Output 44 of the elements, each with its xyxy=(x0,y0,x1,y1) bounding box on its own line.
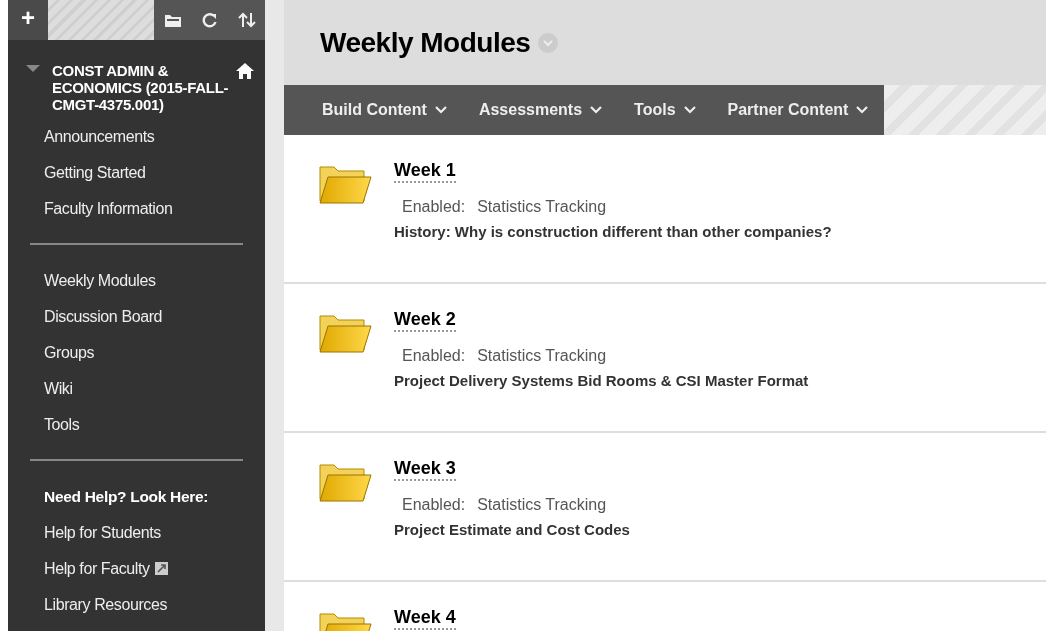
sort-icon[interactable] xyxy=(237,12,256,28)
sidebar-link[interactable]: Help for Faculty xyxy=(8,551,265,587)
course-title[interactable]: CONST ADMIN & ECONOMICS (2015-FALL-CMGT-4375.001) xyxy=(52,62,235,113)
module-description: Project Estimate and Cost Codes xyxy=(394,520,630,540)
section-heading: Need Help? Look Here: xyxy=(43,487,210,507)
module-description: History: Why is construction different than other companies? xyxy=(394,222,832,242)
menu-button[interactable]: Assessments xyxy=(462,98,619,122)
enabled-value: Statistics Tracking xyxy=(477,197,607,217)
sidebar-link[interactable]: Groups xyxy=(8,335,265,371)
page-title: Weekly Modules xyxy=(320,25,531,60)
caret-icon xyxy=(856,106,869,114)
menu-button[interactable]: Partner Content xyxy=(711,98,885,122)
add-button[interactable]: + xyxy=(8,0,48,40)
sidebar-link[interactable]: Wiki xyxy=(8,371,265,407)
folder-icon xyxy=(318,461,372,503)
folder-icon[interactable] xyxy=(163,12,182,28)
enabled-label: Enabled: xyxy=(402,495,466,515)
enabled-value: Statistics Tracking xyxy=(477,346,607,366)
caret-icon xyxy=(434,106,447,114)
enabled-label: Enabled: xyxy=(402,197,466,217)
home-icon[interactable] xyxy=(235,62,255,80)
sidebar-link[interactable]: Help for Students xyxy=(8,515,265,551)
sidebar-link[interactable]: Tools xyxy=(8,407,265,443)
folder-icon xyxy=(318,163,372,205)
module-title[interactable]: Week 2 xyxy=(394,308,456,332)
sidebar-link[interactable]: Weekly Modules xyxy=(8,263,265,299)
caret-icon xyxy=(590,106,603,114)
module-title[interactable]: Week 4 xyxy=(394,606,456,630)
refresh-icon[interactable] xyxy=(201,12,218,28)
sidebar-link[interactable]: Announcements xyxy=(8,119,265,155)
menu-button[interactable]: Tools xyxy=(618,98,712,122)
sidebar-link[interactable]: Library Resources xyxy=(8,587,265,623)
menu-button[interactable]: Build Content xyxy=(306,98,463,122)
enabled-label: Enabled: xyxy=(402,346,466,366)
collapse-arrow-icon[interactable] xyxy=(26,64,40,74)
caret-icon xyxy=(683,106,696,114)
module-title[interactable]: Week 3 xyxy=(394,457,456,481)
module-title[interactable]: Week 1 xyxy=(394,159,456,183)
sidebar-link[interactable]: Getting Started xyxy=(8,155,265,191)
sidebar-link[interactable]: Faculty Information xyxy=(8,191,265,227)
folder-icon xyxy=(318,312,372,354)
module-description: Project Delivery Systems Bid Rooms & CSI Master Format xyxy=(394,371,809,391)
sidebar-link[interactable]: Discussion Board xyxy=(8,299,265,335)
enabled-value: Statistics Tracking xyxy=(477,495,607,515)
